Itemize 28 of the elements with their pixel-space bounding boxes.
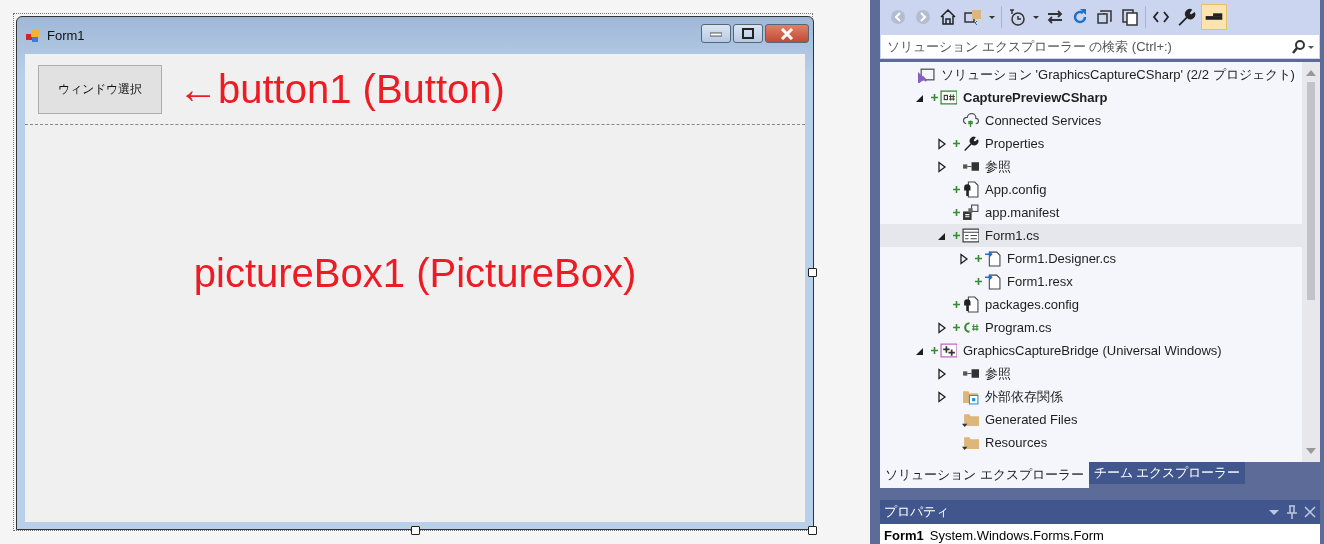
tree-item[interactable]: 参照 <box>880 362 1302 385</box>
button-annotation: ←button1 (Button) <box>178 66 505 112</box>
object-name: Form1 <box>884 528 924 543</box>
tree-item[interactable]: app.manifest <box>880 201 1302 224</box>
tree-item[interactable]: Program.cs <box>880 316 1302 339</box>
select-window-button[interactable]: ウィンドウ選択 <box>38 64 162 114</box>
tree-item[interactable]: 外部依存関係 <box>880 385 1302 408</box>
window-title: Form1 <box>47 28 85 43</box>
tree-item[interactable]: Generated Files <box>880 408 1302 431</box>
search-field[interactable]: ソリューション エクスプローラー の検索 (Ctrl+:) <box>880 34 1320 59</box>
picturebox-annotation: pictureBox1 (PictureBox) <box>193 251 637 297</box>
tree-item[interactable]: GraphicsCaptureBridge (Universal Windows) <box>880 339 1302 362</box>
tree-item[interactable]: Form1.cs <box>880 224 1302 247</box>
tree-item[interactable]: Form1.Designer.cs <box>880 247 1302 270</box>
tree-item[interactable]: Resources <box>880 431 1302 454</box>
object-selector[interactable]: Form1 System.Windows.Forms.Form <box>880 524 1320 544</box>
object-type: System.Windows.Forms.Form <box>929 528 1104 543</box>
panel-title: プロパティ <box>884 503 949 521</box>
tree-item[interactable]: Properties <box>880 132 1302 155</box>
tree-item[interactable]: Form1.resx <box>880 270 1302 293</box>
tree-item[interactable]: App.config <box>880 178 1302 201</box>
tree-item[interactable]: packages.config <box>880 293 1302 316</box>
tree-item[interactable]: Connected Services <box>880 109 1302 132</box>
panel-tab[interactable]: チーム エクスプローラー <box>1088 462 1246 484</box>
panel-tab[interactable]: ソリューション エクスプローラー <box>880 462 1089 488</box>
tree-item[interactable]: ソリューション 'GraphicsCaptureCSharp' (2/2 プロジェクト) <box>880 63 1302 86</box>
tree-item[interactable]: CapturePreviewCSharp <box>880 86 1302 109</box>
tree-item[interactable]: 参照 <box>880 155 1302 178</box>
